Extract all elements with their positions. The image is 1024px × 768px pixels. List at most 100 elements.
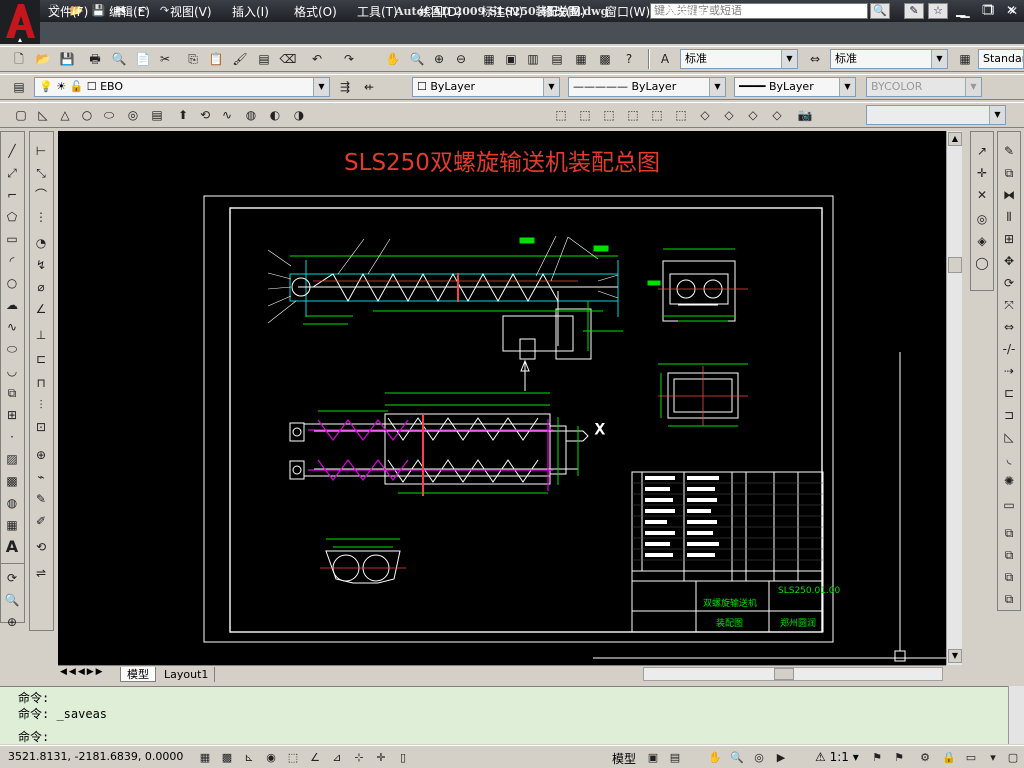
torus-icon[interactable]: ◎ — [124, 106, 142, 124]
command-window[interactable]: 命令: 命令: _saveas 命令: — [0, 686, 1008, 744]
lineweight-select[interactable]: ━━━━ ByLayer ▼ — [734, 77, 856, 97]
lineweight-toggle-icon[interactable]: ✛ — [372, 749, 390, 766]
point-icon[interactable]: · — [3, 428, 21, 446]
wedge-icon[interactable]: ◺ — [34, 106, 52, 124]
tool-palettes-icon[interactable]: ▥ — [524, 50, 542, 68]
zoom-extents-icon[interactable]: ⊕ — [3, 613, 21, 631]
stretch-icon[interactable]: ⇔ — [1000, 318, 1018, 336]
snap-quadrant-icon[interactable]: ◈ — [973, 232, 991, 250]
snap-midpoint-icon[interactable]: ✛ — [973, 164, 991, 182]
plot-icon[interactable]: 🖶 — [86, 50, 104, 68]
linetype-select[interactable]: ————— ByLayer ▼ — [568, 77, 726, 97]
menu-insert[interactable]: 插入(I) — [232, 3, 269, 19]
annotation-scale[interactable]: ⚠ 1:1 ▾ — [815, 750, 859, 764]
ortho-mode-icon[interactable]: ⊾ — [240, 749, 258, 766]
chamfer-icon[interactable]: ◺ — [1000, 428, 1018, 446]
menu-file[interactable]: 文件(F) — [48, 3, 88, 19]
doc-restore-button[interactable]: ❐ — [982, 3, 993, 19]
linear-dim-icon[interactable]: ⊢ — [32, 142, 50, 160]
rectangle-icon[interactable]: ▭ — [3, 230, 21, 248]
jogged-icon[interactable]: ↯ — [32, 256, 50, 274]
scroll-down-icon[interactable]: ▼ — [948, 649, 962, 663]
quick-view-layouts-icon[interactable]: ▣ — [644, 749, 662, 766]
hscroll-thumb[interactable] — [774, 668, 794, 680]
view-right-icon[interactable]: ⬚ — [624, 106, 642, 124]
scroll-up-icon[interactable]: ▲ — [948, 132, 962, 146]
doc-minimize-button[interactable]: ▁ — [956, 3, 965, 19]
polygon-icon[interactable]: ⬠ — [3, 208, 21, 226]
viewport-select[interactable]: ▼ — [866, 105, 1006, 125]
view-back-icon[interactable]: ⬚ — [672, 106, 690, 124]
angular-icon[interactable]: ∠ — [32, 300, 50, 318]
view-front-icon[interactable]: ⬚ — [648, 106, 666, 124]
offset-icon[interactable]: ⫴ — [1000, 208, 1018, 226]
nw-iso-icon[interactable]: ◇ — [768, 106, 786, 124]
diameter-icon[interactable]: ⌀ — [32, 278, 50, 296]
center-mark-icon[interactable]: ⊕ — [32, 446, 50, 464]
tab-layout1[interactable]: Layout1 — [158, 667, 216, 682]
join-icon[interactable]: ⊐ — [1000, 406, 1018, 424]
layer-select[interactable]: 💡 ☀ 🔓 ☐ EBO ▼ — [34, 77, 330, 97]
revision-cloud-icon[interactable]: ☁ — [3, 296, 21, 314]
baseline-icon[interactable]: ⊏ — [32, 350, 50, 368]
bring-front-icon[interactable]: ⧉ — [1000, 524, 1018, 542]
fillet-icon[interactable]: ◟ — [1000, 450, 1018, 468]
ellipse-arc-icon[interactable]: ◡ — [3, 362, 21, 380]
copy-object-icon[interactable]: ⧉ — [1000, 164, 1018, 182]
redo-icon[interactable]: ↷ — [340, 50, 358, 68]
save-icon[interactable]: 💾 — [58, 50, 76, 68]
layer-manager-icon[interactable]: ▤ — [10, 78, 28, 96]
showmotion-icon[interactable]: ▶ — [772, 749, 790, 766]
scroll-thumb[interactable] — [948, 257, 962, 273]
snap-tangent-icon[interactable]: ◯ — [973, 254, 991, 272]
snap-intersection-icon[interactable]: ✕ — [973, 186, 991, 204]
menu-help[interactable]: 帮助(H) — [667, 3, 709, 19]
workspace-switch-icon[interactable]: ⚙ — [916, 749, 934, 766]
color-select[interactable]: ☐ ByLayer ▼ — [412, 77, 560, 97]
hatch-icon[interactable]: ▨ — [3, 450, 21, 468]
break-icon[interactable]: ⊏ — [1000, 384, 1018, 402]
dim-space-icon[interactable]: ⫶ — [32, 396, 50, 414]
cylinder-icon[interactable]: ⬭ — [100, 106, 118, 124]
insert-block-icon[interactable]: ⧉ — [3, 384, 21, 402]
view-bottom-icon[interactable]: ⬚ — [576, 106, 594, 124]
trim-icon[interactable]: -/- — [1000, 340, 1018, 358]
orbit-icon[interactable]: ⟳ — [3, 569, 21, 587]
sweep-icon[interactable]: ∿ — [218, 106, 236, 124]
vertical-scrollbar[interactable]: ▲ ▼ — [946, 131, 962, 665]
annotation-visibility-icon[interactable]: ⚑ — [868, 749, 886, 766]
arc-icon[interactable]: ◜ — [3, 252, 21, 270]
inspection-icon[interactable]: ⌁ — [32, 468, 50, 486]
drawing-canvas[interactable]: SLS250双螺旋输送机装配总图 X 双螺旋输送机 装配图 SLS250.01.… — [58, 131, 946, 665]
menu-format[interactable]: 格式(O) — [294, 3, 337, 19]
horizontal-scrollbar[interactable] — [643, 667, 943, 681]
circle-icon[interactable]: ○ — [3, 274, 21, 292]
save-icon[interactable]: 💾 — [90, 3, 107, 18]
union-icon[interactable]: ◍ — [242, 106, 260, 124]
cone-icon[interactable]: △ — [56, 106, 74, 124]
zoom-previous-icon[interactable]: ⊖ — [452, 50, 470, 68]
construction-line-icon[interactable]: ⤢ — [3, 164, 21, 182]
move-icon[interactable]: ✥ — [1000, 252, 1018, 270]
menu-draw[interactable]: 绘图(D) — [419, 3, 462, 19]
help-icon[interactable]: ? — [620, 50, 638, 68]
zoom-realtime-icon[interactable]: 🔍 — [408, 50, 426, 68]
snap-center-icon[interactable]: ◎ — [973, 210, 991, 228]
polyline-icon[interactable]: ⌐ — [3, 186, 21, 204]
dim-update-icon[interactable]: ⟲ — [32, 538, 50, 556]
markup-icon[interactable]: ▦ — [572, 50, 590, 68]
pan-icon[interactable]: ✋ — [384, 50, 402, 68]
eraser-icon[interactable]: ⌫ — [279, 50, 297, 68]
spline-icon[interactable]: ∿ — [3, 318, 21, 336]
make-block-icon[interactable]: ⊞ — [3, 406, 21, 424]
aligned-dim-icon[interactable]: ⤡ — [32, 164, 50, 182]
dynamic-ucs-icon[interactable]: ⊿ — [328, 749, 346, 766]
sw-iso-icon[interactable]: ◇ — [696, 106, 714, 124]
view-top-icon[interactable]: ⬚ — [552, 106, 570, 124]
tab-model[interactable]: 模型 — [120, 667, 156, 682]
text-style-icon[interactable]: A — [656, 50, 674, 68]
rotate-icon[interactable]: ⟳ — [1000, 274, 1018, 292]
object-snap-icon[interactable]: ⬚ — [284, 749, 302, 766]
radius-icon[interactable]: ◔ — [32, 234, 50, 252]
zoom-icon[interactable]: 🔍 — [3, 591, 21, 609]
